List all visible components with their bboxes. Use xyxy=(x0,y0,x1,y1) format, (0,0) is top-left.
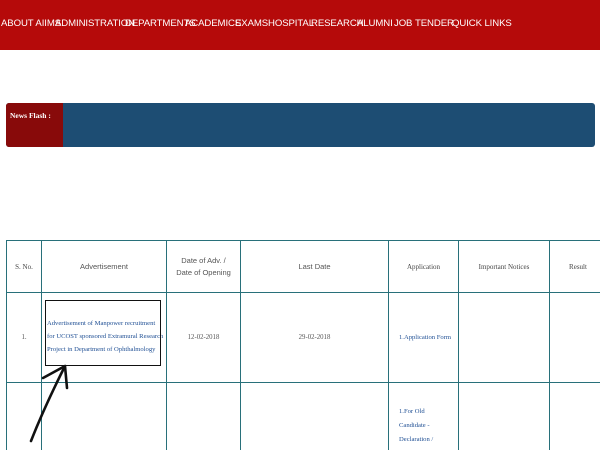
header-date-adv: Date of Adv. / Date of Opening xyxy=(166,240,241,293)
header-date-adv-line2: Date of Opening xyxy=(176,267,231,277)
news-flash-label-box: News Flash : xyxy=(6,103,63,147)
recruitment-table: S. No. Advertisement Date of Adv. / Date… xyxy=(6,240,600,450)
header-important-notices: Important Notices xyxy=(458,240,550,293)
header-application: Application xyxy=(388,240,459,293)
nav-item-exams[interactable]: EXAMS xyxy=(235,18,268,29)
news-ticker[interactable] xyxy=(63,103,595,147)
nav-item-research[interactable]: RESEARCH xyxy=(311,18,364,29)
cell-date-adv: 12-02-2018 xyxy=(166,292,241,383)
nav-item-about-aiims[interactable]: ABOUT AIIMS xyxy=(1,18,61,29)
nav-item-administration[interactable]: ADMINISTRATION xyxy=(55,18,135,29)
cell-advertisement: Advertisement of Manpower recruitment fo… xyxy=(41,292,167,383)
nav-item-quick-links[interactable]: QUICK LINKS xyxy=(452,18,512,29)
cell-application: 1.For Old Candidate - Declaration / xyxy=(388,382,459,450)
cell-application: 1.Application Form xyxy=(388,292,459,383)
table-row: 1. Advertisement of Manpower recruitment… xyxy=(6,292,600,383)
news-flash-bar: News Flash : xyxy=(6,103,595,147)
old-candidate-declaration-link[interactable]: 1.For Old Candidate - Declaration / xyxy=(389,383,445,447)
nav-item-tender[interactable]: TENDER xyxy=(415,18,454,29)
cell-advertisement xyxy=(41,382,167,450)
cell-last-date: 29-02-2018 xyxy=(240,292,389,383)
table-header-row: S. No. Advertisement Date of Adv. / Date… xyxy=(6,240,600,293)
top-navigation-bar: ABOUT AIIMS ADMINISTRATION DEPARTMENTS A… xyxy=(0,0,600,50)
header-sno: S. No. xyxy=(6,240,42,293)
nav-item-hospital[interactable]: HOSPITAL xyxy=(268,18,314,29)
advertisement-link[interactable]: Advertisement of Manpower recruitment fo… xyxy=(42,318,166,356)
cell-important-notices xyxy=(458,382,550,450)
header-result: Result xyxy=(549,240,600,293)
cell-result xyxy=(549,292,600,383)
cell-sno: 1. xyxy=(6,292,42,383)
nav-item-academics[interactable]: ACADEMICS xyxy=(185,18,241,29)
application-form-link[interactable]: 1.Application Form xyxy=(389,331,458,345)
cell-important-notices xyxy=(458,292,550,383)
nav-item-job[interactable]: JOB xyxy=(394,18,412,29)
header-last-date: Last Date xyxy=(240,240,389,293)
news-flash-label: News Flash : xyxy=(10,111,51,120)
header-advertisement: Advertisement xyxy=(41,240,167,293)
table-row: 1.For Old Candidate - Declaration / xyxy=(6,382,600,450)
nav-item-alumni[interactable]: ALUMNI xyxy=(357,18,393,29)
cell-result xyxy=(549,382,600,450)
header-date-adv-line1: Date of Adv. / xyxy=(181,255,226,265)
cell-last-date xyxy=(240,382,389,450)
cell-date-adv xyxy=(166,382,241,450)
cell-sno xyxy=(6,382,42,450)
